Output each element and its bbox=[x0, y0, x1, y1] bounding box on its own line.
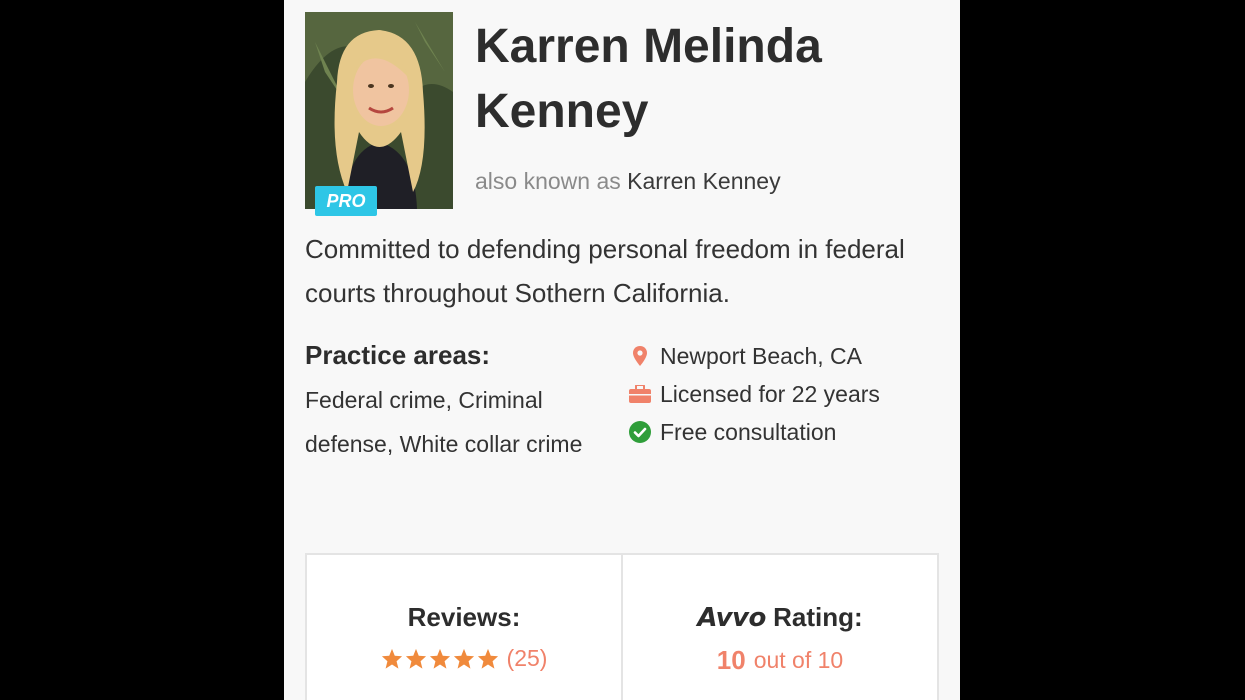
avvo-rating-title: Avvo Rating: bbox=[623, 602, 937, 633]
profile-photo[interactable] bbox=[305, 12, 453, 209]
fact-consultation: Free consultation bbox=[628, 413, 880, 451]
location-pin-icon bbox=[628, 344, 652, 368]
quick-facts: Newport Beach, CA Licensed for 22 years … bbox=[628, 337, 880, 451]
star-icon bbox=[381, 648, 402, 669]
star-icon bbox=[405, 648, 426, 669]
fact-location-text: Newport Beach, CA bbox=[660, 342, 862, 369]
aka-prefix: also known as bbox=[475, 168, 621, 194]
fact-consultation-text: Free consultation bbox=[660, 418, 837, 445]
rating-number: 10 bbox=[716, 645, 746, 675]
avvo-rating-card[interactable]: Avvo Rating: 10 out of 10 bbox=[621, 555, 937, 700]
lawyer-name: Karren Melinda Kenney bbox=[475, 20, 822, 138]
rating-title-text: Rating: bbox=[773, 602, 863, 632]
briefcase-icon bbox=[628, 382, 652, 406]
star-rating bbox=[381, 648, 499, 670]
avvo-logo: Avvo bbox=[697, 603, 766, 633]
fact-license: Licensed for 22 years bbox=[628, 375, 880, 413]
review-count[interactable]: (25) bbox=[507, 645, 548, 672]
summary-cards: Reviews: (25) Avvo Rating: 10 out of 10 bbox=[305, 553, 939, 700]
reviews-card[interactable]: Reviews: (25) bbox=[307, 555, 621, 700]
reviews-title: Reviews: bbox=[407, 602, 521, 632]
star-icon bbox=[453, 648, 474, 669]
fact-license-text: Licensed for 22 years bbox=[660, 380, 880, 407]
rating-suffix: out of 10 bbox=[753, 647, 844, 673]
avvo-rating-value: 10 out of 10 bbox=[623, 645, 937, 676]
pro-badge: PRO bbox=[315, 186, 377, 216]
check-circle-icon bbox=[628, 420, 652, 444]
fact-location: Newport Beach, CA bbox=[628, 337, 880, 375]
also-known-as: also known as Karren Kenney bbox=[475, 168, 781, 195]
practice-areas-title: Practice areas: bbox=[305, 340, 491, 370]
aka-name: Karren Kenney bbox=[627, 168, 781, 194]
practice-areas-list: Federal crime, Criminal defense, White c… bbox=[305, 387, 583, 457]
tagline: Committed to defending personal freedom … bbox=[305, 234, 905, 308]
star-icon bbox=[477, 648, 498, 669]
lawyer-profile-page: PRO Karren Melinda Kenney also known as … bbox=[284, 0, 960, 700]
reviews-summary: (25) bbox=[307, 645, 621, 672]
star-icon bbox=[429, 648, 450, 669]
